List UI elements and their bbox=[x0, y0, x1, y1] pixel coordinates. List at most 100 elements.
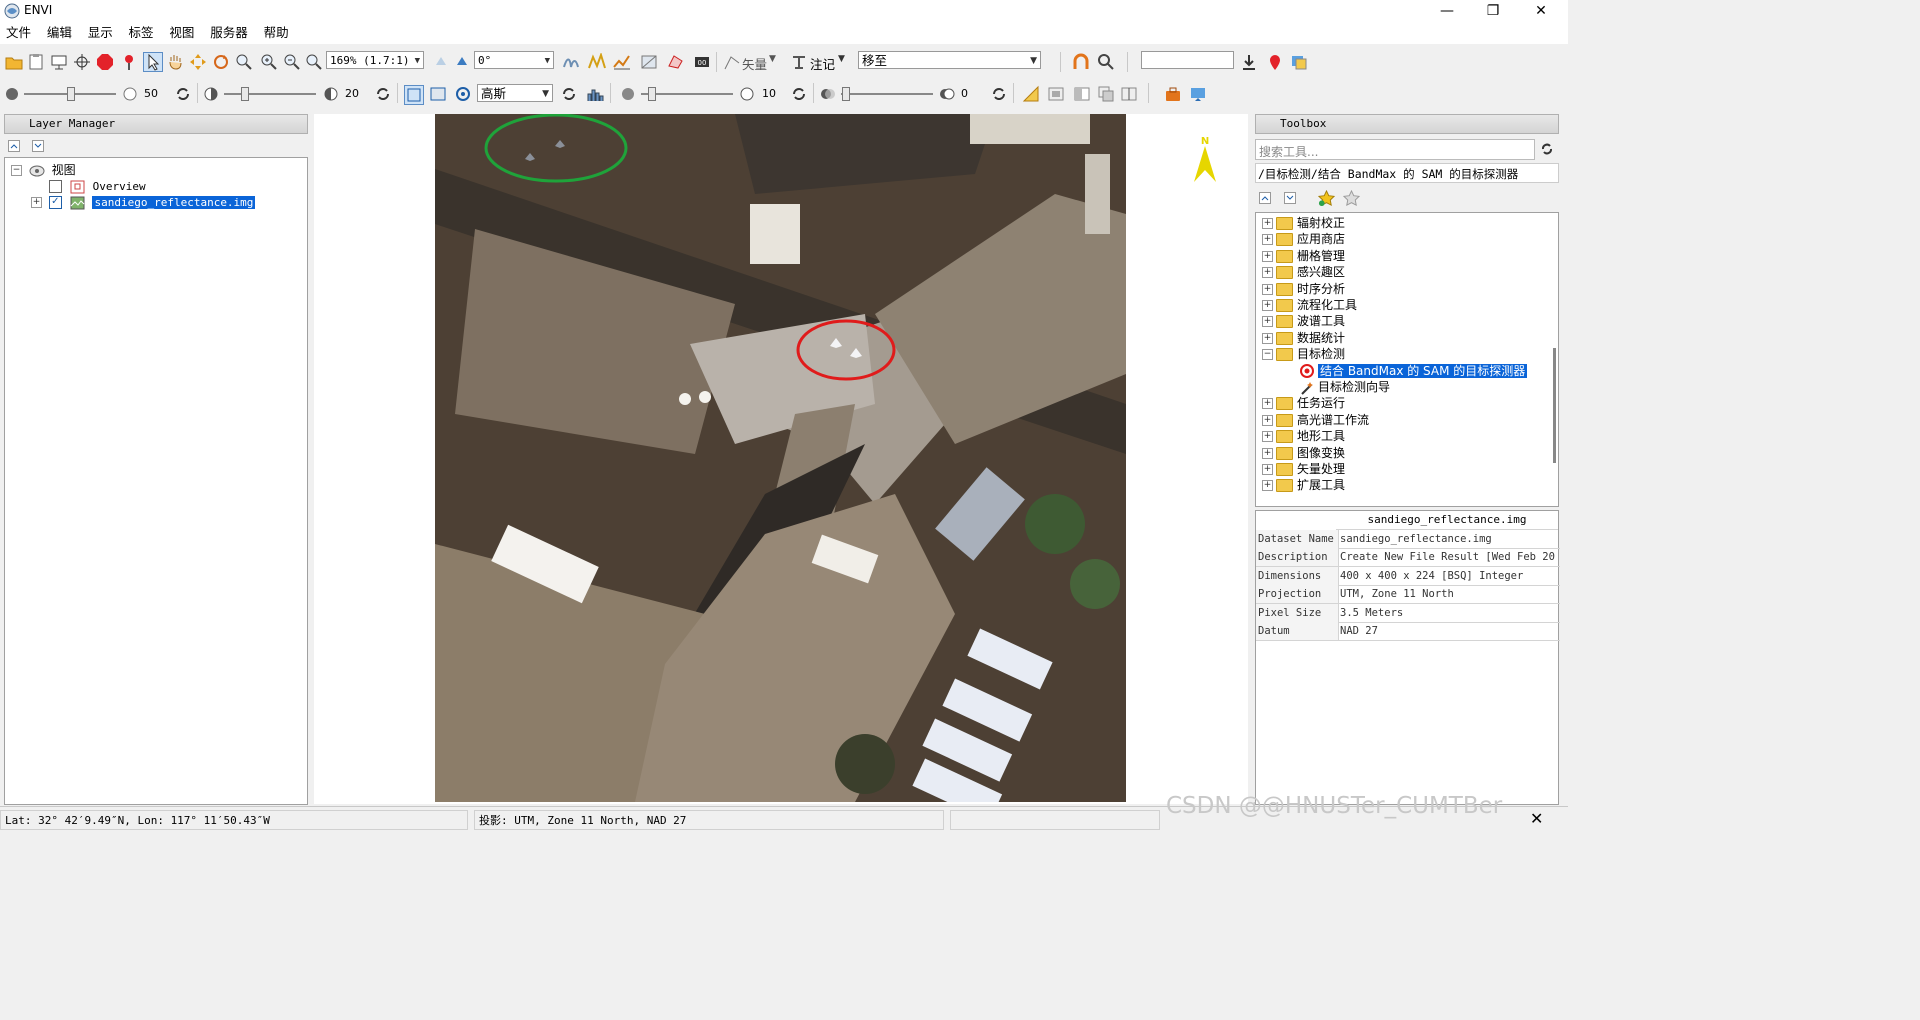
chip-view-icon[interactable] bbox=[1189, 85, 1207, 103]
minimize-button[interactable]: — bbox=[1424, 0, 1470, 22]
sharpen-value[interactable]: 10 bbox=[762, 86, 784, 102]
search-input[interactable] bbox=[1141, 51, 1234, 69]
expand-toggle[interactable]: + bbox=[1262, 250, 1273, 262]
toolbox-category[interactable]: + 时序分析 bbox=[1262, 281, 1345, 297]
zoom-box-icon[interactable] bbox=[235, 53, 253, 71]
select-pointer-icon[interactable] bbox=[143, 52, 163, 72]
menu-label[interactable]: 标签 bbox=[123, 22, 160, 44]
zoom-combo[interactable]: 169% (1.7:1) ▼ bbox=[326, 51, 424, 69]
blend-icon[interactable] bbox=[1073, 85, 1091, 103]
toolbox-tool-item[interactable]: 结合 BandMax 的 SAM 的目标探测器 bbox=[1300, 363, 1528, 379]
toolbox-tool-item[interactable]: 目标检测向导 bbox=[1300, 379, 1390, 395]
toolbox-scrollbar[interactable] bbox=[1553, 348, 1556, 463]
expand-toggle[interactable]: + bbox=[1262, 316, 1273, 328]
layer-icon[interactable] bbox=[1290, 53, 1308, 71]
expand-toggle[interactable]: + bbox=[1262, 283, 1273, 295]
favorite-icon[interactable] bbox=[1343, 190, 1360, 207]
collapse-all-icon[interactable] bbox=[8, 140, 20, 152]
toolbox-category[interactable]: + 栅格管理 bbox=[1262, 248, 1345, 264]
rotate-left-icon[interactable] bbox=[432, 53, 450, 71]
goto-combo[interactable]: 移至 ▼ bbox=[858, 51, 1041, 69]
toolbox-category[interactable]: + 辐射校正 bbox=[1262, 215, 1345, 231]
sharpen-slider-thumb[interactable] bbox=[648, 87, 656, 101]
expand-toggle[interactable]: + bbox=[1262, 234, 1273, 246]
arc-icon[interactable] bbox=[1072, 53, 1090, 71]
toolbox-category[interactable]: + 图像变换 bbox=[1262, 445, 1345, 461]
contrast-slider-track[interactable] bbox=[224, 93, 316, 95]
open-file-icon[interactable] bbox=[5, 53, 23, 71]
menu-server[interactable]: 服务器 bbox=[204, 22, 254, 44]
zoom-out-icon[interactable] bbox=[283, 53, 301, 71]
rotate-icon[interactable] bbox=[212, 53, 230, 71]
profile-icon[interactable] bbox=[588, 53, 606, 71]
expand-toggle[interactable]: + bbox=[1262, 464, 1273, 475]
toolbox-search-input[interactable]: 搜索工具... bbox=[1255, 139, 1535, 160]
crosshair-icon[interactable] bbox=[73, 53, 91, 71]
portal-icon[interactable] bbox=[640, 53, 658, 71]
restore-button[interactable]: ❐ bbox=[1470, 0, 1516, 22]
favorite-add-icon[interactable] bbox=[1318, 190, 1335, 207]
raster-layer[interactable]: + ✓ sandiego_reflectance.img bbox=[31, 194, 256, 210]
expand-all-icon[interactable] bbox=[32, 140, 44, 152]
expand-toggle[interactable]: + bbox=[1262, 431, 1273, 443]
transparency-slider-track[interactable] bbox=[841, 93, 933, 95]
expand-toggle[interactable]: + bbox=[1262, 398, 1273, 410]
collapse-toggle[interactable]: − bbox=[1262, 349, 1273, 361]
overview-checkbox[interactable] bbox=[49, 180, 62, 193]
reset-icon[interactable] bbox=[374, 85, 392, 103]
close-icon[interactable]: ✕ bbox=[1530, 809, 1543, 828]
zoom-in-icon[interactable] bbox=[260, 53, 278, 71]
stretch-type-icon[interactable] bbox=[404, 85, 424, 105]
view-node[interactable]: − 视图 bbox=[11, 162, 76, 178]
measure-icon[interactable] bbox=[1022, 85, 1040, 103]
fly-icon[interactable] bbox=[189, 53, 207, 71]
menu-help[interactable]: 帮助 bbox=[258, 22, 295, 44]
toolbox-category[interactable]: + 高光谱工作流 bbox=[1262, 412, 1369, 428]
histogram-icon[interactable] bbox=[586, 85, 604, 103]
raster-checkbox[interactable]: ✓ bbox=[48, 196, 62, 209]
stop-icon[interactable] bbox=[96, 53, 114, 71]
vector-icon[interactable] bbox=[723, 53, 741, 71]
expand-toggle[interactable]: + bbox=[1262, 332, 1273, 344]
toolbox-category[interactable]: + 地形工具 bbox=[1262, 428, 1345, 444]
expand-toggle[interactable]: + bbox=[1262, 480, 1273, 492]
zoom-fit-icon[interactable] bbox=[305, 53, 323, 71]
vector-menu-label[interactable]: 矢量 bbox=[742, 54, 767, 73]
view-stretch-icon[interactable] bbox=[429, 85, 447, 103]
reset-icon[interactable] bbox=[174, 85, 192, 103]
suitcase-icon[interactable] bbox=[1164, 85, 1182, 103]
expand-toggle[interactable]: + bbox=[1262, 300, 1273, 311]
contrast-value[interactable]: 20 bbox=[345, 86, 367, 102]
close-button[interactable]: ✕ bbox=[1518, 0, 1564, 22]
annotation-menu-label[interactable]: 注记 bbox=[810, 54, 835, 73]
toolbox-category[interactable]: + 波谱工具 bbox=[1262, 313, 1345, 329]
display-icon[interactable] bbox=[50, 53, 68, 71]
satellite-image[interactable] bbox=[435, 114, 1126, 802]
bookmark-icon[interactable]: 00 bbox=[693, 53, 711, 71]
brightness-slider-thumb[interactable] bbox=[67, 87, 75, 101]
toolbox-category[interactable]: + 感兴趣区 bbox=[1262, 264, 1345, 280]
toolbox-category[interactable]: − 目标检测 bbox=[1262, 346, 1345, 362]
toolbox-category[interactable]: + 任务运行 bbox=[1262, 395, 1345, 411]
expand-toggle[interactable]: + bbox=[31, 197, 42, 208]
pin-icon[interactable] bbox=[120, 53, 138, 71]
collapse-all-icon[interactable] bbox=[1259, 192, 1271, 204]
overview-layer[interactable]: Overview bbox=[49, 178, 146, 194]
expand-toggle[interactable]: + bbox=[1262, 414, 1273, 426]
chip-icon[interactable] bbox=[562, 53, 580, 71]
annotation-icon[interactable] bbox=[790, 53, 808, 71]
expand-toggle[interactable]: + bbox=[1262, 267, 1273, 279]
menu-edit[interactable]: 编辑 bbox=[41, 22, 78, 44]
expand-all-icon[interactable] bbox=[1284, 192, 1296, 204]
reset-icon[interactable] bbox=[990, 85, 1008, 103]
reset-icon[interactable] bbox=[560, 85, 578, 103]
brightness-value[interactable]: 50 bbox=[144, 86, 166, 102]
search-icon[interactable] bbox=[1097, 53, 1115, 71]
full-stretch-icon[interactable] bbox=[454, 85, 472, 103]
roi-icon[interactable] bbox=[667, 53, 685, 71]
toolbox-category[interactable]: + 流程化工具 bbox=[1262, 297, 1357, 313]
portal-view-icon[interactable] bbox=[1047, 85, 1065, 103]
spectral-icon[interactable] bbox=[613, 53, 631, 71]
collapse-toggle[interactable]: − bbox=[11, 165, 22, 176]
menu-file[interactable]: 文件 bbox=[0, 22, 37, 44]
